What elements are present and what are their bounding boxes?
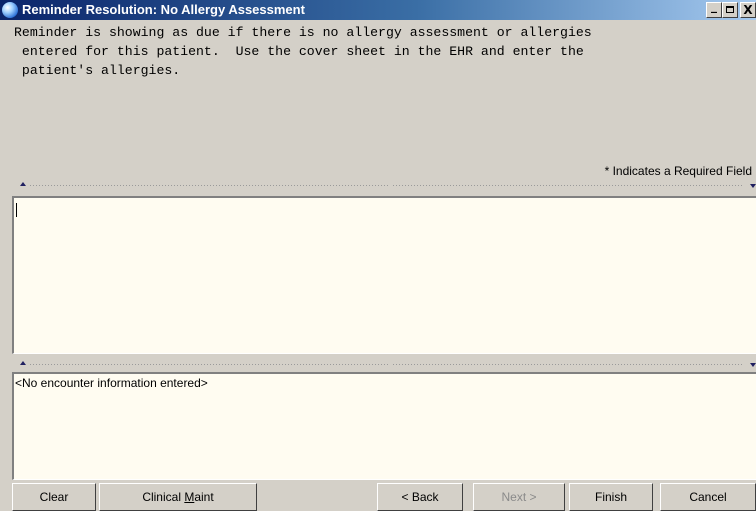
maximize-icon xyxy=(726,6,734,13)
button-bar: Clear Clinical Maint < Back Next > Finis… xyxy=(12,480,756,511)
encounter-info-pane[interactable]: <No encounter information entered> xyxy=(12,372,756,480)
cancel-button[interactable]: Cancel xyxy=(660,483,756,511)
clinical-maint-button[interactable]: Clinical Maint xyxy=(99,483,257,511)
title-bar[interactable]: Reminder Resolution: No Allergy Assessme… xyxy=(0,0,756,20)
close-button[interactable]: X xyxy=(740,2,756,18)
splitter-up-arrow-icon xyxy=(20,182,26,186)
required-field-note: * Indicates a Required Field xyxy=(604,164,752,178)
app-globe-icon xyxy=(2,2,18,18)
minimize-button[interactable]: _ xyxy=(706,0,722,18)
finish-button[interactable]: Finish xyxy=(569,483,653,511)
next-button[interactable]: Next > xyxy=(473,483,565,511)
splitter-down-arrow-icon xyxy=(750,363,756,367)
encounter-info-text: <No encounter information entered> xyxy=(15,376,208,390)
back-button[interactable]: < Back xyxy=(377,483,463,511)
maximize-button[interactable] xyxy=(722,2,738,18)
text-cursor xyxy=(16,203,17,217)
minimize-icon: _ xyxy=(711,0,717,13)
splitter-down-arrow-icon xyxy=(750,184,756,188)
splitter-top[interactable] xyxy=(12,182,756,188)
splitter-up-arrow-icon xyxy=(20,361,26,365)
reminder-text: Reminder is showing as due if there is n… xyxy=(14,25,592,78)
close-icon: X xyxy=(743,3,753,17)
splitter-bottom[interactable] xyxy=(12,361,756,367)
window-title: Reminder Resolution: No Allergy Assessme… xyxy=(22,2,305,17)
dialog-editor-pane[interactable] xyxy=(12,196,756,354)
clear-button[interactable]: Clear xyxy=(12,483,96,511)
